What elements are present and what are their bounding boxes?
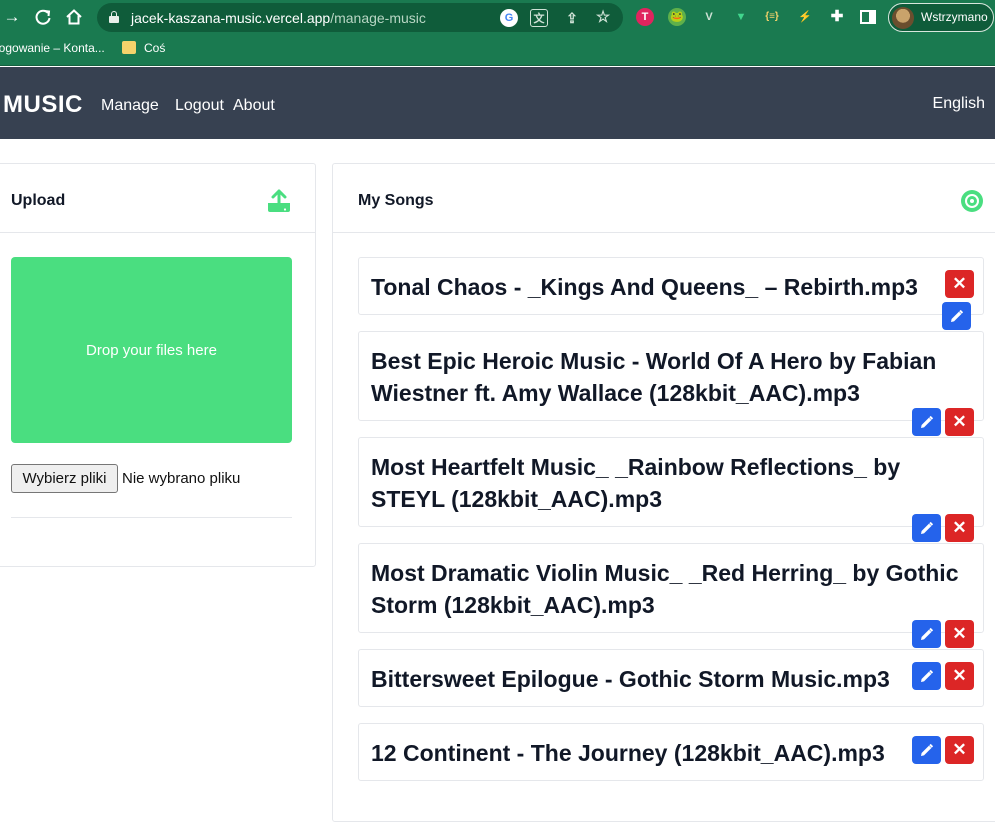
delete-song-button[interactable]: ✕	[945, 408, 974, 436]
extension-v-icon[interactable]: V	[700, 8, 718, 26]
address-bar[interactable]: jacek-kaszana-music.vercel.app/manage-mu…	[97, 3, 623, 32]
pencil-icon	[921, 743, 934, 756]
edit-song-button[interactable]	[942, 302, 971, 330]
delete-song-button[interactable]: ✕	[945, 620, 974, 648]
reload-icon[interactable]	[32, 6, 54, 28]
brand-logo[interactable]: MUSIC	[3, 91, 83, 119]
song-item: 12 Continent - The Journey (128kbit_AAC)…	[358, 723, 984, 781]
translate-icon[interactable]: 文	[530, 9, 548, 27]
nav-about[interactable]: About	[233, 97, 275, 115]
extension-frog-icon[interactable]: 🐸	[668, 8, 686, 26]
language-selector[interactable]: English	[933, 95, 985, 113]
song-item: Most Dramatic Violin Music_ _Red Herring…	[358, 543, 984, 648]
pencil-icon	[951, 309, 964, 322]
bookmarks-bar: Logowanie – Konta... Coś	[0, 35, 995, 66]
file-dropzone[interactable]: Drop your files here	[11, 257, 292, 443]
song-item: Bittersweet Epilogue - Gothic Storm Musi…	[358, 649, 984, 707]
upload-title: Upload	[11, 192, 66, 209]
home-icon[interactable]	[63, 6, 85, 28]
divider	[11, 517, 292, 518]
bookmark-cos[interactable]: Coś	[144, 41, 165, 55]
upload-icon	[268, 189, 290, 212]
song-title: Most Dramatic Violin Music_ _Red Herring…	[371, 560, 959, 618]
delete-song-button[interactable]: ✕	[945, 514, 974, 542]
folder-icon	[122, 41, 136, 54]
file-status-text: Nie wybrano pliku	[122, 470, 241, 487]
nav-logout[interactable]: Logout	[175, 97, 224, 115]
nav-manage[interactable]: Manage	[101, 97, 159, 115]
pencil-icon	[921, 669, 934, 682]
pencil-icon	[921, 627, 934, 640]
pencil-icon	[921, 415, 934, 428]
profile-chip[interactable]: Wstrzymano	[888, 3, 994, 32]
song-title: Bittersweet Epilogue - Gothic Storm Musi…	[371, 666, 890, 692]
songs-card-header: My Songs	[333, 164, 995, 233]
profile-label: Wstrzymano	[921, 10, 988, 24]
disc-icon	[961, 190, 983, 212]
extension-json-icon[interactable]: {≡}	[763, 8, 781, 26]
delete-song-button[interactable]: ✕	[945, 662, 974, 690]
side-panel-icon[interactable]	[859, 8, 877, 26]
share-icon[interactable]: ⇪	[563, 9, 581, 27]
edit-song-button[interactable]	[912, 736, 941, 764]
edit-song-button[interactable]	[912, 620, 941, 648]
extension-red-icon[interactable]: T	[636, 8, 654, 26]
extensions-puzzle-icon[interactable]: ✚	[828, 8, 846, 26]
lock-icon	[109, 11, 119, 23]
forward-icon[interactable]: →	[1, 6, 23, 28]
extension-bolt-icon[interactable]: ⚡	[796, 8, 814, 26]
songs-card: My Songs Tonal Chaos - _Kings And Queens…	[332, 163, 995, 822]
google-icon[interactable]: G	[500, 9, 518, 27]
browser-toolbar: → jacek-kaszana-music.vercel.app/manage-…	[0, 0, 995, 35]
bookmark-star-icon[interactable]: ☆	[594, 9, 612, 27]
upload-card: Upload Drop your files here Wybierz plik…	[0, 163, 316, 567]
song-item: Most Heartfelt Music_ _Rainbow Reflectio…	[358, 437, 984, 542]
vue-devtools-icon[interactable]: ▼	[732, 8, 750, 26]
song-title: Tonal Chaos - _Kings And Queens_ – Rebir…	[371, 274, 918, 300]
url-text[interactable]: jacek-kaszana-music.vercel.app/manage-mu…	[131, 10, 426, 26]
avatar	[892, 7, 914, 29]
song-title: 12 Continent - The Journey (128kbit_AAC)…	[371, 740, 885, 766]
dropzone-text: Drop your files here	[86, 342, 217, 359]
song-title: Best Epic Heroic Music - World Of A Hero…	[371, 348, 937, 406]
song-item: Best Epic Heroic Music - World Of A Hero…	[358, 331, 984, 436]
pencil-icon	[921, 521, 934, 534]
bookmark-logowanie[interactable]: Logowanie – Konta...	[0, 41, 105, 55]
edit-song-button[interactable]	[912, 662, 941, 690]
edit-song-button[interactable]	[912, 408, 941, 436]
songs-title: My Songs	[358, 192, 434, 209]
delete-song-button[interactable]: ✕	[945, 736, 974, 764]
song-item: Tonal Chaos - _Kings And Queens_ – Rebir…	[358, 257, 984, 330]
choose-files-button[interactable]: Wybierz pliki	[11, 464, 118, 493]
song-title: Most Heartfelt Music_ _Rainbow Reflectio…	[371, 454, 901, 512]
upload-card-header: Upload	[0, 164, 315, 233]
app-navbar: MUSIC Manage Logout About English	[0, 67, 995, 139]
delete-song-button[interactable]: ✕	[945, 270, 974, 298]
edit-song-button[interactable]	[912, 514, 941, 542]
